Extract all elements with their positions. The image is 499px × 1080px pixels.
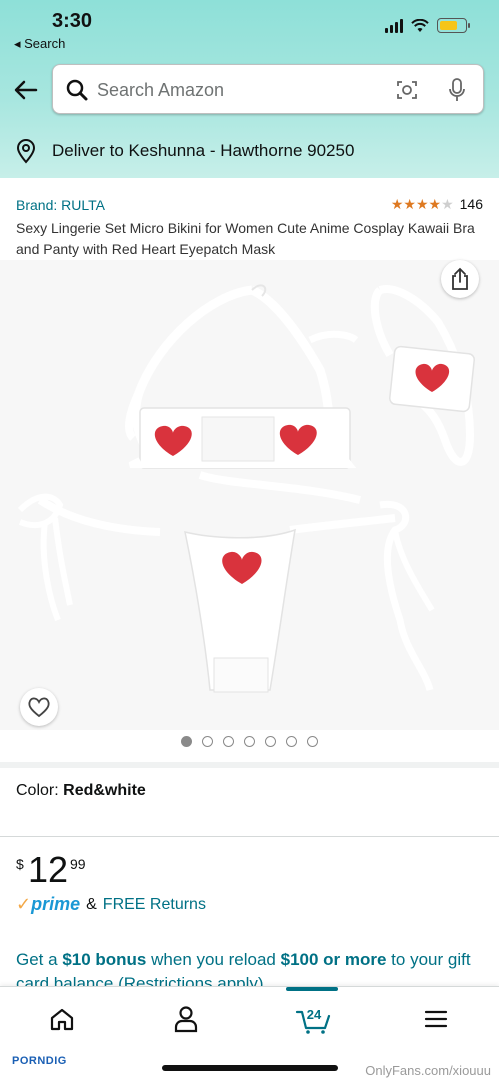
product-image — [17, 284, 475, 693]
star-icon: ★ — [403, 196, 416, 212]
free-returns-link[interactable]: FREE Returns — [103, 896, 206, 914]
prime-logo: ✓prime — [16, 894, 80, 915]
search-icon — [66, 79, 88, 101]
star-rating-icon: ★ ★ ★ ★ ★ — [391, 197, 454, 211]
section-divider — [0, 836, 499, 837]
color-label: Color: — [16, 782, 59, 799]
promo-pre: Get a — [16, 950, 63, 969]
home-indicator[interactable] — [162, 1065, 338, 1071]
product-header: Brand: RULTA ★ ★ ★ ★ ★ 146 Sexy Lingerie Set… — [0, 178, 499, 260]
star-icon: ★ — [390, 196, 404, 212]
nav-cart[interactable]: 24 — [286, 987, 338, 1039]
signal-icon — [385, 18, 403, 33]
image-pagination-dots[interactable] — [0, 736, 499, 754]
wifi-icon — [411, 18, 429, 32]
wishlist-button[interactable] — [20, 688, 58, 726]
nav-home[interactable] — [42, 999, 82, 1039]
prime-text: prime — [31, 894, 81, 914]
delivery-location[interactable]: Deliver to Keshunna - Hawthorne 90250 — [0, 124, 499, 178]
color-value: Red&white — [63, 782, 146, 799]
back-to-app-link[interactable]: ◂ Search — [14, 36, 65, 52]
top-header: 3:30 ◂ Search Search Amazon Deliver to K… — [0, 0, 499, 178]
gift-card-promo[interactable]: Get a $10 bonus when you reload $100 or … — [16, 948, 486, 986]
back-arrow-icon[interactable] — [12, 76, 40, 104]
section-divider — [0, 762, 499, 768]
product-image-gallery[interactable] — [0, 260, 499, 730]
watermark-right: OnlyFans.com/xiouuu — [365, 1063, 491, 1078]
nav-menu[interactable] — [416, 999, 456, 1039]
price-currency: $ — [16, 856, 24, 872]
star-icon: ★ — [428, 196, 442, 212]
bottom-nav: 24 PORNDIG OnlyFans.com/xiouuu — [0, 986, 499, 1080]
battery-icon — [437, 18, 470, 33]
status-time: 3:30 — [52, 10, 93, 32]
pagination-dot[interactable] — [181, 736, 192, 747]
product-title: Sexy Lingerie Set Micro Bikini for Women… — [16, 220, 475, 257]
price-whole: 12 — [28, 849, 69, 890]
heart-icon — [28, 697, 50, 718]
color-selection: Color: Red&white — [16, 782, 146, 800]
nav-account[interactable] — [166, 999, 206, 1039]
pagination-dot[interactable] — [307, 736, 318, 747]
promo-mid: when you reload — [146, 950, 281, 969]
pagination-dot[interactable] — [244, 736, 255, 747]
prime-check-icon: ✓ — [16, 894, 32, 914]
share-icon — [452, 267, 468, 290]
brand-link[interactable]: Brand: RULTA — [16, 197, 105, 213]
star-icon: ★ — [441, 196, 454, 212]
search-row: Search Amazon — [0, 64, 499, 116]
prime-shipping: ✓prime & FREE Returns — [16, 894, 206, 915]
home-icon — [50, 1008, 74, 1031]
camera-search-icon[interactable] — [395, 78, 419, 102]
watermark-left: PORNDIG — [12, 1055, 67, 1067]
menu-icon — [424, 1010, 448, 1028]
search-input[interactable]: Search Amazon — [97, 80, 224, 101]
pagination-dot[interactable] — [265, 736, 276, 747]
search-bar[interactable]: Search Amazon — [52, 64, 484, 114]
pagination-dot[interactable] — [202, 736, 213, 747]
status-bar: 3:30 ◂ Search — [0, 0, 499, 58]
promo-bonus: $10 bonus — [62, 950, 147, 969]
microphone-icon[interactable] — [445, 77, 469, 103]
account-icon — [174, 1006, 198, 1033]
share-button[interactable] — [441, 260, 479, 298]
status-icons — [385, 18, 470, 33]
pagination-dot[interactable] — [286, 736, 297, 747]
shipping-amp: & — [86, 895, 97, 913]
rating-summary[interactable]: ★ ★ ★ ★ ★ 146 — [391, 196, 483, 212]
cart-count: 24 — [306, 1007, 322, 1022]
rating-count: 146 — [459, 196, 483, 212]
pagination-dot[interactable] — [223, 736, 234, 747]
star-icon: ★ — [415, 196, 429, 212]
price-fraction: 99 — [70, 856, 86, 872]
promo-amount: $100 or more — [280, 950, 387, 969]
delivery-text: Deliver to Keshunna - Hawthorne 90250 — [52, 141, 355, 160]
location-pin-icon — [16, 139, 36, 164]
